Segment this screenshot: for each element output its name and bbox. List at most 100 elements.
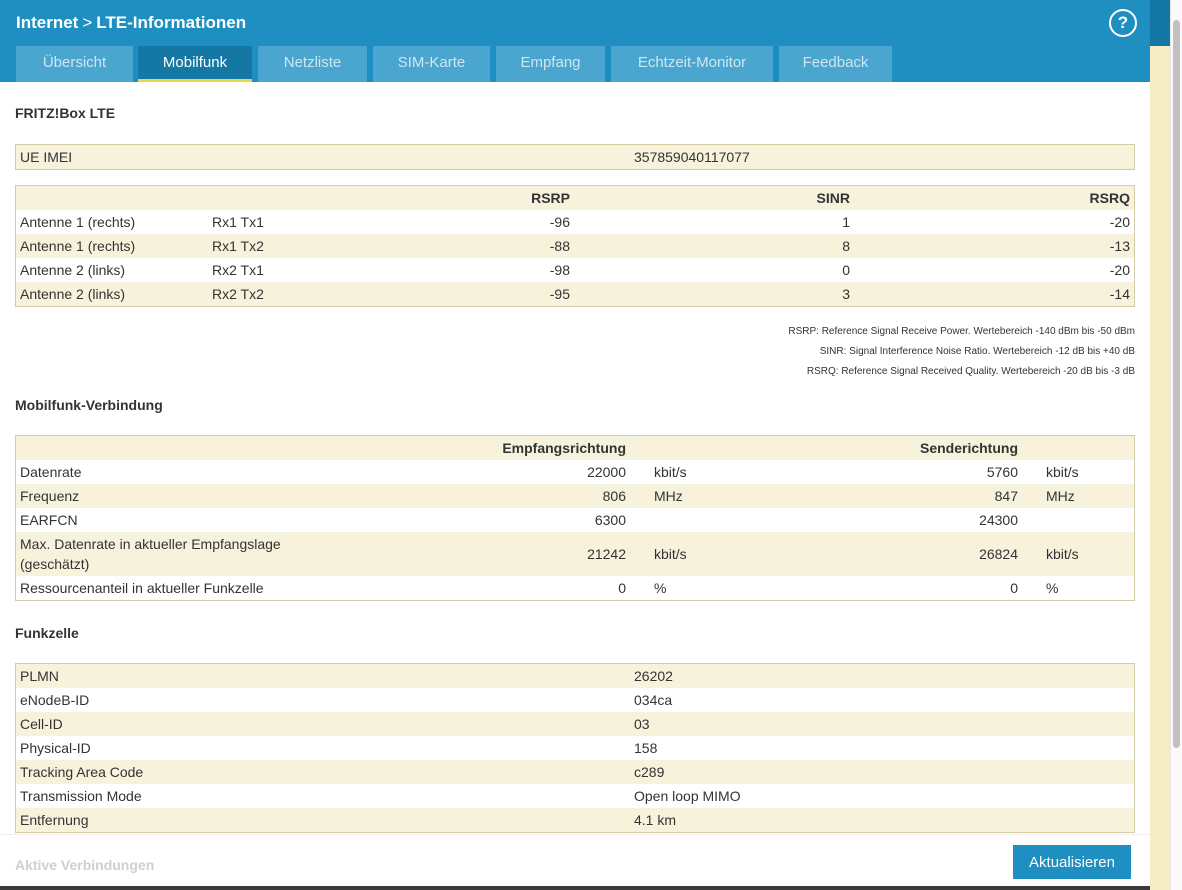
help-icon[interactable]: ? <box>1109 9 1137 37</box>
connection-row: Datenrate 22000 kbit/s 5760 kbit/s <box>16 460 1134 484</box>
legend-notes: RSRP: Reference Signal Receive Power. We… <box>788 322 1135 382</box>
rx-value: 6300 <box>594 512 626 528</box>
antenna-rsrq: -13 <box>1109 238 1130 254</box>
connection-label: Datenrate <box>20 464 82 480</box>
cell-value: 26202 <box>634 668 673 684</box>
note-rsrq: RSRQ: Reference Signal Received Quality.… <box>806 366 1135 377</box>
imei-value: 357859040117077 <box>634 149 750 165</box>
cell-value: 158 <box>634 740 658 756</box>
cell-row: Transmission Mode Open loop MIMO <box>16 784 1134 808</box>
col-senderichtung: Senderichtung <box>919 440 1018 456</box>
tx-value: 26824 <box>979 546 1018 562</box>
connection-row: Frequenz 806 MHz 847 MHz <box>16 484 1134 508</box>
section-title-aktive-verbindungen: Aktive Verbindungen <box>15 857 155 873</box>
cell-row: PLMN 26202 <box>16 664 1134 688</box>
cell-row: eNodeB-ID 034ca <box>16 688 1134 712</box>
antenna-sinr: 3 <box>842 286 850 302</box>
scrollbar-thumb[interactable] <box>1173 20 1180 748</box>
tab-feedback[interactable]: Feedback <box>779 46 892 82</box>
cell-row: Cell-ID 03 <box>16 712 1134 736</box>
rx-value: 22000 <box>587 464 626 480</box>
cell-label: Cell-ID <box>20 716 63 732</box>
tab-netzliste[interactable]: Netzliste <box>258 46 367 82</box>
col-sinr: SINR <box>816 190 850 206</box>
cell-value: 03 <box>634 716 650 732</box>
note-sinr: SINR: Signal Interference Noise Ratio. W… <box>819 346 1135 357</box>
connection-row: Max. Datenrate in aktueller Empfangslage… <box>16 532 1134 576</box>
tab-empfang[interactable]: Empfang <box>496 46 605 82</box>
cell-row: Entfernung 4.1 km <box>16 808 1134 832</box>
antenna-name: Antenne 1 (rechts) <box>20 214 136 230</box>
chevron-right-icon: > <box>82 13 93 32</box>
tx-value: 5760 <box>986 464 1018 480</box>
connection-row: EARFCN 6300 24300 <box>16 508 1134 532</box>
col-rsrq: RSRQ <box>1089 190 1130 206</box>
connection-label: Max. Datenrate in aktueller Empfangslage… <box>20 532 281 574</box>
antenna-rsrq: -14 <box>1109 286 1130 302</box>
breadcrumb-current: LTE-Informationen <box>96 13 247 32</box>
refresh-button[interactable]: Aktualisieren <box>1013 845 1131 879</box>
antenna-name: Antenne 2 (links) <box>20 286 126 302</box>
breadcrumb-internet[interactable]: Internet <box>16 13 78 32</box>
rx-value: 21242 <box>587 546 626 562</box>
tx-value: 0 <box>1010 580 1018 596</box>
cell-value: Open loop MIMO <box>634 788 741 804</box>
section-title-connection: Mobilfunk-Verbindung <box>15 397 163 413</box>
scrollbar[interactable] <box>1170 0 1182 890</box>
antenna-row: Antenne 1 (rechts) Rx1 Tx2 -88 8 -13 <box>16 234 1134 258</box>
cell-value: 4.1 km <box>634 812 677 828</box>
rx-value: 0 <box>618 580 626 596</box>
tx-unit: % <box>1046 580 1059 596</box>
tab-uebersicht[interactable]: Übersicht <box>16 46 133 82</box>
antenna-header-row: RSRP SINR RSRQ <box>16 186 1134 210</box>
col-empfangsrichtung: Empfangsrichtung <box>502 440 626 456</box>
antenna-sinr: 1 <box>842 214 850 230</box>
cell-row: Physical-ID 158 <box>16 736 1134 760</box>
section-title-fritzbox: FRITZ!Box LTE <box>15 105 116 121</box>
col-rsrp: RSRP <box>531 190 570 206</box>
cell-label: Entfernung <box>20 812 89 828</box>
cell-value: c289 <box>634 764 665 780</box>
note-rsrp: RSRP: Reference Signal Receive Power. We… <box>788 326 1135 337</box>
antenna-path: Rx1 Tx2 <box>212 238 264 254</box>
connection-label: Ressourcenanteil in aktueller Funkzelle <box>20 580 264 596</box>
connection-label: Frequenz <box>20 488 80 504</box>
header-strip <box>1150 0 1170 46</box>
antenna-rsrq: -20 <box>1109 262 1130 278</box>
antenna-sinr: 8 <box>842 238 850 254</box>
antenna-rsrp: -95 <box>549 286 570 302</box>
cell-label: eNodeB-ID <box>20 692 90 708</box>
cell-value: 034ca <box>634 692 673 708</box>
rx-value: 806 <box>602 488 626 504</box>
tx-value: 847 <box>994 488 1018 504</box>
rx-unit: kbit/s <box>654 464 687 480</box>
antenna-path: Rx2 Tx1 <box>212 262 264 278</box>
cell-label: Transmission Mode <box>20 788 142 804</box>
cell-label: Physical-ID <box>20 740 91 756</box>
antenna-row: Antenne 1 (rechts) Rx1 Tx1 -96 1 -20 <box>16 210 1134 234</box>
antenna-name: Antenne 2 (links) <box>20 262 126 278</box>
tab-mobilfunk[interactable]: Mobilfunk <box>138 46 252 82</box>
connection-table: Empfangsrichtung Senderichtung Datenrate… <box>15 435 1135 601</box>
connection-label-line-2: (geschätzt) <box>20 556 90 572</box>
antenna-row: Antenne 2 (links) Rx2 Tx1 -98 0 -20 <box>16 258 1134 282</box>
rx-unit: MHz <box>654 488 683 504</box>
cell-row: Tracking Area Code c289 <box>16 760 1134 784</box>
rx-unit: % <box>654 580 667 596</box>
antenna-path: Rx1 Tx1 <box>212 214 264 230</box>
side-panel <box>1150 46 1170 890</box>
connection-label-line-1: Max. Datenrate in aktueller Empfangslage <box>20 536 281 552</box>
antenna-row: Antenne 2 (links) Rx2 Tx2 -95 3 -14 <box>16 282 1134 306</box>
tx-value: 24300 <box>979 512 1018 528</box>
antenna-sinr: 0 <box>842 262 850 278</box>
tab-sim-karte[interactable]: SIM-Karte <box>373 46 490 82</box>
bottom-edge <box>0 886 1150 890</box>
section-title-funkzelle: Funkzelle <box>15 625 79 641</box>
tx-unit: kbit/s <box>1046 546 1079 562</box>
antenna-rsrp: -98 <box>549 262 570 278</box>
main-content: FRITZ!Box LTE UE IMEI 357859040117077 RS… <box>0 82 1150 890</box>
antenna-rsrq: -20 <box>1109 214 1130 230</box>
rx-unit: kbit/s <box>654 546 687 562</box>
footer-bar: Aktive Verbindungen Aktualisieren <box>0 834 1150 890</box>
tab-echtzeit-monitor[interactable]: Echtzeit-Monitor <box>611 46 773 82</box>
